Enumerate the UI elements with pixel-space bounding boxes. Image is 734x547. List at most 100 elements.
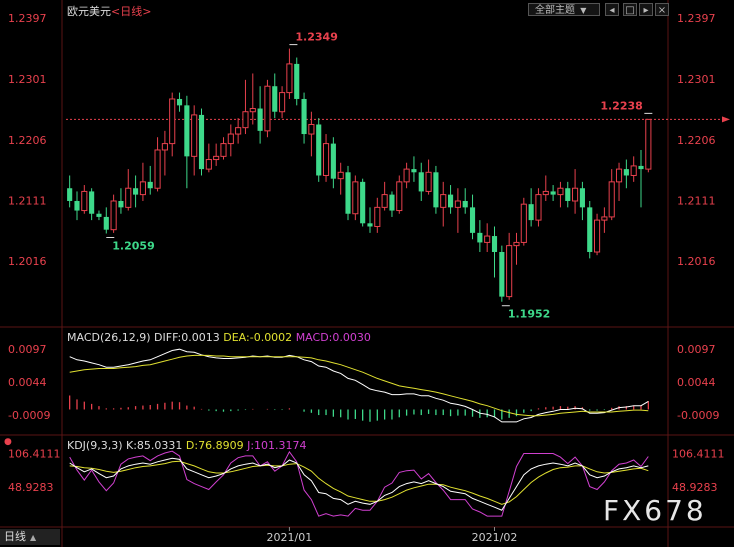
candle-body — [330, 143, 336, 179]
candle-body — [176, 98, 183, 106]
price-tick-left: 1.2397 — [8, 12, 47, 25]
candle-body — [184, 105, 190, 157]
macd-diff-value: DIFF:0.0013 — [154, 331, 220, 344]
period-label: <日线> — [111, 5, 152, 18]
candle-body — [110, 200, 117, 231]
macd-diff-line — [69, 348, 649, 423]
candle-body — [542, 190, 549, 196]
candle-body — [462, 200, 468, 208]
price-tick-left: 1.2016 — [8, 255, 47, 268]
candle-body — [249, 108, 256, 113]
price-tick-right: 1.2397 — [677, 12, 716, 25]
macd-histogram — [69, 395, 649, 422]
maximize-button[interactable]: □ — [623, 3, 637, 16]
candle-body — [308, 123, 315, 135]
candle-body — [389, 194, 395, 211]
candle-body — [198, 114, 205, 170]
candle-body — [264, 85, 271, 132]
candle-body — [506, 245, 513, 298]
candle-body — [535, 194, 542, 221]
kdj-lines — [69, 450, 649, 517]
macd-legend: MACD(26,12,9) DIFF:0.0013 DEA:-0.0002 MA… — [67, 331, 371, 344]
candle-body — [630, 165, 637, 176]
kdj-k-line — [69, 457, 649, 511]
candle-body — [601, 216, 608, 221]
candle-body — [81, 190, 88, 212]
price-tick-left: 1.2111 — [8, 194, 47, 207]
candle-body — [74, 200, 80, 211]
candle-body — [433, 172, 439, 208]
kdj-axis: 106.4111 106.4111 48.9283 48.9283 — [8, 447, 725, 494]
period-selector[interactable]: 日线 ▲ — [0, 529, 60, 545]
chevron-down-icon: ▼ — [580, 6, 587, 15]
candle-body — [67, 188, 73, 201]
date-label: 2021/01 — [267, 531, 313, 544]
candle-body — [345, 172, 351, 214]
candle-body — [593, 219, 601, 253]
annotation-label: 1.2349 — [295, 31, 337, 44]
macd-tick-left: 0.0097 — [8, 343, 47, 356]
kdj-j-line — [69, 450, 649, 517]
candle-body — [242, 111, 249, 129]
price-tick-left: 1.2206 — [8, 134, 47, 147]
candle-body — [615, 168, 623, 183]
candle-body — [213, 155, 220, 161]
date-label: 2021/02 — [472, 531, 518, 544]
candle-body — [528, 204, 534, 221]
candle-body — [133, 188, 139, 195]
panel-frames — [0, 0, 734, 547]
theme-label: 全部主题 — [535, 5, 575, 16]
candle-body — [623, 169, 629, 176]
candle-body — [125, 187, 132, 208]
price-tick-left: 1.2301 — [8, 73, 47, 86]
candle-body — [118, 200, 124, 208]
close-button[interactable]: × — [655, 3, 669, 16]
kdj-k-value: K:85.0331 — [126, 439, 183, 452]
macd-lines — [69, 348, 649, 423]
theme-dropdown[interactable]: 全部主题 ▼ — [528, 3, 600, 16]
macd-tick-right: -0.0009 — [677, 409, 719, 422]
candle-body — [360, 181, 366, 224]
candle-body — [565, 188, 571, 201]
candle-body — [469, 207, 476, 233]
candle-body — [96, 213, 102, 217]
candle-body — [367, 223, 373, 227]
candle-body — [477, 232, 483, 243]
candle-body — [147, 181, 153, 189]
candle-body — [396, 181, 403, 212]
candle-body — [169, 98, 176, 145]
candle-body — [301, 98, 307, 135]
macd-tick-right: 0.0097 — [677, 343, 716, 356]
current-price-arrow-icon — [722, 116, 730, 123]
candle-body — [322, 143, 330, 176]
candle-body — [411, 169, 417, 173]
prev-button[interactable]: ◂ — [605, 3, 619, 16]
candle-body — [425, 171, 432, 192]
candle-body — [579, 188, 585, 208]
chevron-up-icon: ▲ — [30, 533, 37, 542]
chevron-right-icon: ▸ — [643, 5, 649, 16]
candle-body — [550, 191, 556, 195]
chevron-left-icon: ◂ — [609, 5, 615, 16]
candles-layer — [67, 48, 652, 302]
candle-body — [608, 181, 615, 218]
candle-body — [447, 194, 454, 208]
annotation-label: 1.2059 — [112, 240, 154, 253]
watermark-logo: FX678 — [603, 494, 707, 527]
annotation-label: 1.2238 — [600, 99, 642, 112]
kdj-legend: KDJ(9,3,3) K:85.0331 D:76.8909 J:101.317… — [67, 439, 307, 452]
candle-body — [638, 165, 644, 170]
kdj-d-value: D:76.8909 — [185, 439, 244, 452]
candle-body — [374, 206, 381, 227]
macd-tick-right: 0.0044 — [677, 376, 716, 389]
candle-body — [513, 241, 520, 247]
candle-body — [294, 63, 300, 99]
price-tick-right: 1.2111 — [677, 194, 716, 207]
kdj-tick-right: 48.9283 — [672, 481, 718, 494]
candle-body — [557, 187, 564, 196]
candle-body — [499, 251, 505, 297]
kdj-params: KDJ(9,3,3) — [67, 439, 123, 452]
forex-chart: 1.2397 1.2397 1.2301 1.2301 1.2206 1.2206 1.21… — [0, 0, 734, 547]
close-icon: × — [657, 5, 667, 16]
next-button[interactable]: ▸ — [639, 3, 653, 16]
